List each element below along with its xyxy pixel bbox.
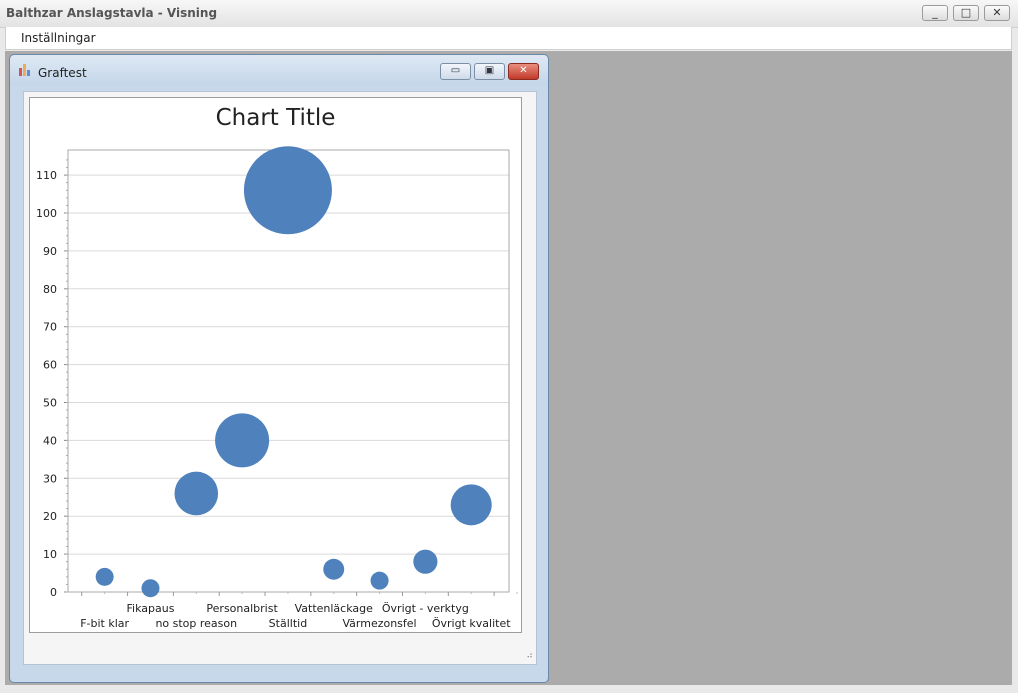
menu-item-installningar[interactable]: Inställningar — [21, 31, 96, 45]
bubble-point — [243, 146, 332, 235]
child-titlebar[interactable]: Graftest ▭ ▣ ✕ — [10, 55, 548, 85]
y-tick-label: 0 — [50, 586, 57, 599]
y-tick-label: 20 — [43, 510, 57, 523]
y-tick-label: 60 — [43, 359, 57, 372]
bubble-point — [323, 558, 345, 580]
x-tick-label: no stop reason — [155, 617, 237, 630]
bubble-point — [450, 484, 492, 526]
bubble-chart: 0 10 20 30 40 50 60 70 80 90 100 110 F-bit klar Fikap… — [36, 146, 518, 630]
app-minimize-button[interactable]: _ — [922, 5, 948, 21]
app-titlebar: Balthzar Anslagstavla - Visning _ □ ✕ — [0, 0, 1018, 28]
x-tick-label: Värmezonsfel — [342, 617, 416, 630]
y-tick-label: 10 — [43, 548, 57, 561]
app-title: Balthzar Anslagstavla - Visning — [6, 6, 218, 20]
mdi-workspace: Graftest ▭ ▣ ✕ Chart Title 0 10 20 30 40 50 60… — [5, 51, 1012, 685]
child-window-title: Graftest — [38, 66, 87, 80]
resize-grip-icon[interactable]: ⠴ — [526, 651, 533, 661]
y-tick-label: 70 — [43, 321, 57, 334]
bubble-point — [413, 549, 438, 574]
child-close-button[interactable]: ✕ — [508, 63, 539, 80]
x-tick-label: Övrigt kvalitet — [432, 617, 511, 630]
child-client-area: Chart Title 0 10 20 30 40 50 60 70 80 90 100 110 F-b… — [23, 91, 537, 665]
x-tick-label: Övrigt - verktyg — [382, 602, 469, 615]
chart-panel: Chart Title 0 10 20 30 40 50 60 70 80 90 100 110 F-b… — [29, 97, 522, 633]
bubble-point — [370, 571, 389, 590]
x-tick-label: Ställtid — [269, 617, 308, 630]
y-tick-label: 90 — [43, 245, 57, 258]
bubble-point — [215, 413, 270, 468]
chart-icon — [19, 64, 30, 76]
y-tick-label: 80 — [43, 283, 57, 296]
y-tick-label: 50 — [43, 397, 57, 410]
child-maximize-button[interactable]: ▣ — [474, 63, 505, 80]
bubble-point — [95, 567, 114, 586]
x-tick-label: Vattenläckage — [295, 602, 374, 615]
x-tick-label: Fikapaus — [127, 602, 175, 615]
y-tick-label: 30 — [43, 472, 57, 485]
y-tick-label: 110 — [36, 169, 57, 182]
y-tick-label: 40 — [43, 434, 57, 447]
graftest-window: Graftest ▭ ▣ ✕ Chart Title 0 10 20 30 40 50 60… — [9, 54, 549, 683]
x-tick-label: F-bit klar — [80, 617, 129, 630]
app-close-button[interactable]: ✕ — [984, 5, 1010, 21]
y-tick-label: 100 — [36, 207, 57, 220]
bubble-point — [141, 579, 160, 598]
menu-bar: Inställningar — [5, 27, 1012, 50]
app-maximize-button[interactable]: □ — [953, 5, 979, 21]
bubble-point — [174, 471, 219, 516]
x-tick-label: Personalbrist — [206, 602, 278, 615]
child-minimize-button[interactable]: ▭ — [440, 63, 471, 80]
